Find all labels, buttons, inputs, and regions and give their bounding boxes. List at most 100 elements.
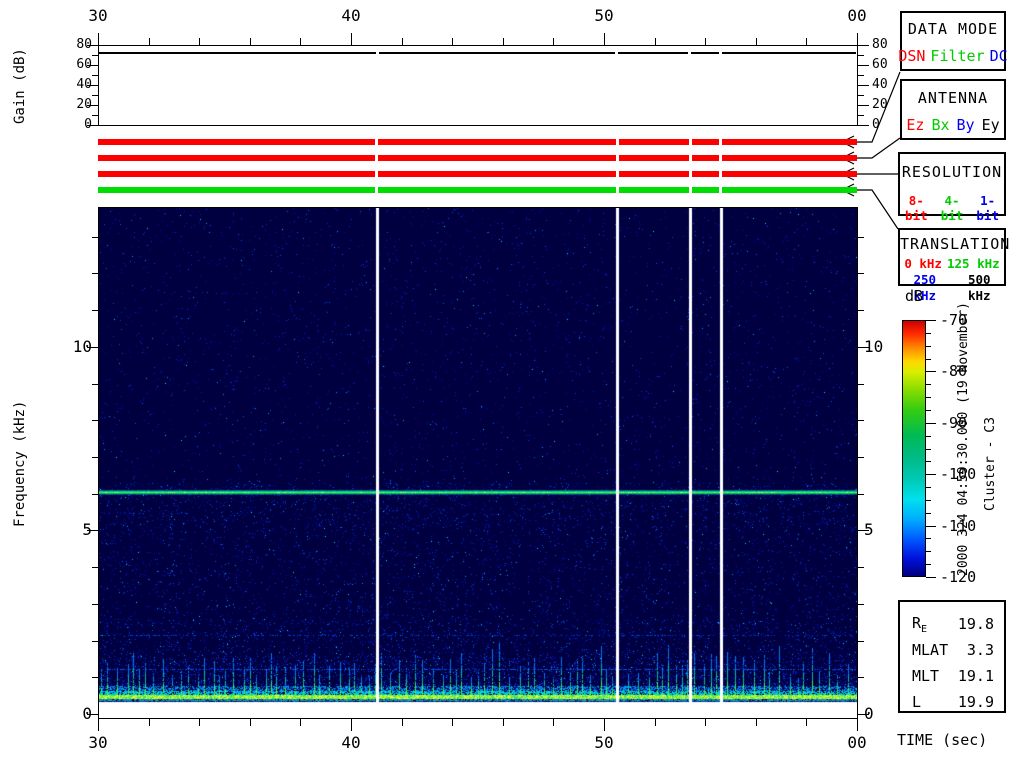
gain-tick: [858, 125, 869, 126]
freq-tick: [92, 567, 98, 568]
time-tick: [857, 719, 858, 731]
colorbar-tick: [926, 474, 936, 475]
gain-trace-gap: [688, 52, 691, 54]
freq-tick: [92, 420, 98, 421]
ephemeris-label-mlat: MLAT: [912, 641, 948, 659]
datetime-annotation: 2000 324 04:59:30.000 (19 November): [956, 294, 971, 584]
colorbar-tick-label: -90: [940, 414, 967, 432]
gain-tick: [858, 105, 869, 106]
colorbar-tick: [926, 333, 931, 334]
translation-125khz: 125 kHz: [947, 256, 1000, 272]
time-tick: [553, 38, 554, 45]
time-tick: [300, 719, 301, 726]
colorbar-tick: [926, 397, 931, 398]
status-bar-gap: [689, 139, 692, 145]
freq-tick: [92, 641, 98, 642]
freq-tick: [858, 567, 864, 568]
translation-bar: [98, 187, 857, 193]
ephemeris-value-re: 19.8: [958, 615, 994, 633]
gain-trace-gap: [376, 52, 379, 54]
gain-tick-label: 60: [44, 57, 92, 72]
colorbar-tick: [926, 500, 931, 501]
colorbar-tick: [926, 461, 931, 462]
colorbar-tick: [926, 346, 931, 347]
time-tick-label: 40: [331, 6, 371, 25]
translation-panel: TRANSLATION 0 kHz 125 kHz 250 kHz 500 kH…: [898, 228, 1006, 286]
colorbar-tick-label: -80: [940, 362, 967, 380]
freq-tick: [92, 494, 98, 495]
gain-tick: [858, 115, 864, 116]
colorbar-tick: [926, 410, 931, 411]
gain-tick: [92, 75, 98, 76]
freq-tick: [92, 384, 98, 385]
status-bar-gap: [719, 187, 722, 193]
colorbar-tick: [926, 436, 931, 437]
freq-tick-label: 0: [40, 704, 92, 723]
time-axis-title: TIME (sec): [897, 731, 987, 749]
colorbar-tick: [926, 320, 936, 321]
data-mode-dc: DC: [990, 47, 1008, 65]
status-bar-gap: [689, 171, 692, 177]
resolution-bar: [98, 171, 857, 177]
gain-tick: [858, 45, 869, 46]
translation-title: TRANSLATION: [900, 235, 1004, 253]
colorbar-tick: [926, 384, 931, 385]
ephemeris-label-mlt: MLT: [912, 667, 939, 685]
colorbar-tick: [926, 551, 931, 552]
freq-tick: [858, 420, 864, 421]
gain-tick-label: 80: [44, 37, 92, 52]
status-bar-gap: [719, 171, 722, 177]
colorbar-tick: [926, 577, 936, 578]
status-bar-gap: [616, 155, 619, 161]
gain-tick-label: 80: [872, 37, 920, 52]
time-tick: [655, 38, 656, 45]
time-tick: [857, 33, 858, 45]
colorbar-tick: [926, 564, 931, 565]
freq-tick: [858, 494, 864, 495]
freq-tick: [858, 457, 864, 458]
ephemeris-panel: RE 19.8 MLAT 3.3 MLT 19.1 L 19.9: [898, 600, 1006, 713]
freq-tick: [858, 641, 864, 642]
status-bar-gap: [375, 171, 378, 177]
status-bar-gap: [616, 171, 619, 177]
freq-tick-label: 5: [40, 520, 92, 539]
time-tick: [199, 38, 200, 45]
gain-tick-label: 40: [872, 77, 920, 92]
time-tick: [604, 33, 605, 45]
freq-tick: [92, 604, 98, 605]
gain-trace-gap: [615, 52, 618, 54]
time-tick: [806, 719, 807, 726]
time-tick: [503, 38, 504, 45]
spacecraft-annotation: Cluster - C3: [983, 407, 998, 521]
status-bar-gap: [719, 139, 722, 145]
time-tick: [756, 719, 757, 726]
time-tick: [756, 38, 757, 45]
gain-tick-label: 0: [872, 117, 920, 132]
status-bar-gap: [719, 155, 722, 161]
colorbar-title: dB: [905, 287, 923, 305]
gain-tick-label: 20: [44, 97, 92, 112]
spectrogram-canvas: [99, 208, 857, 718]
antenna-bx: Bx: [931, 116, 949, 134]
colorbar-tick-label: -70: [940, 311, 967, 329]
time-tick: [553, 719, 554, 726]
gain-tick: [92, 115, 98, 116]
freq-tick: [92, 677, 98, 678]
time-tick-label: 00: [837, 733, 877, 752]
colorbar-tick: [926, 423, 936, 424]
ephemeris-row-mlt: MLT 19.1: [900, 663, 1004, 689]
ephemeris-value-mlt: 19.1: [958, 667, 994, 685]
wbd-spectrogram-figure: Gain (dB) Frequency (kHz) DATA MODE DSN …: [0, 0, 1024, 768]
gain-trace-gap: [719, 52, 722, 54]
gain-tick-label: 20: [872, 97, 920, 112]
colorbar-tick: [926, 487, 931, 488]
time-tick: [199, 719, 200, 726]
status-bar-gap: [616, 187, 619, 193]
freq-tick: [858, 384, 864, 385]
time-tick: [402, 38, 403, 45]
time-tick: [705, 38, 706, 45]
freq-tick: [92, 237, 98, 238]
gain-axis-title: Gain (dB): [12, 46, 28, 126]
gain-tick-label: 60: [872, 57, 920, 72]
gain-tick-label: 0: [44, 117, 92, 132]
